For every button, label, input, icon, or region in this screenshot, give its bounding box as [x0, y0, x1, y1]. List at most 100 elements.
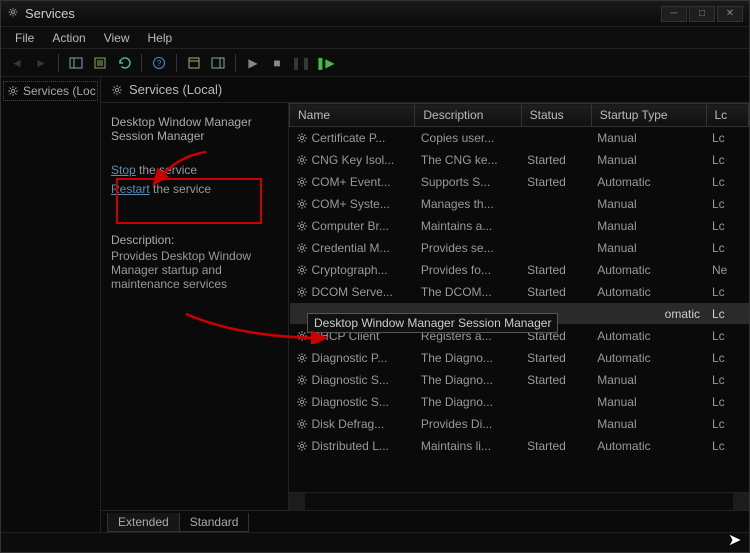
table-row[interactable]: Diagnostic S...The Diagno...StartedManua…	[290, 369, 749, 391]
table-row[interactable]: Credential M...Provides se...ManualLc	[290, 237, 749, 259]
forward-button[interactable]: ►	[31, 53, 51, 73]
menu-action[interactable]: Action	[44, 29, 93, 47]
cell-status	[521, 127, 591, 149]
properties-button[interactable]	[184, 53, 204, 73]
services-table-wrap: Name Description Status Startup Type Lc …	[289, 103, 749, 510]
services-window: Services ─ □ ✕ File Action View Help ◄ ►…	[0, 0, 750, 553]
table-row[interactable]: DCOM Serve...The DCOM...StartedAutomatic…	[290, 281, 749, 303]
table-row[interactable]: Diagnostic P...The Diagno...StartedAutom…	[290, 347, 749, 369]
col-description[interactable]: Description	[415, 104, 521, 127]
cell-logon: Lc	[706, 435, 749, 457]
back-button[interactable]: ◄	[7, 53, 27, 73]
menu-view[interactable]: View	[96, 29, 138, 47]
restart-service-link[interactable]: Restart	[111, 182, 150, 196]
mouse-cursor: ➤	[728, 530, 741, 550]
table-row[interactable]: Computer Br...Maintains a...ManualLc	[290, 215, 749, 237]
cell-status	[521, 193, 591, 215]
minimize-button[interactable]: ─	[661, 6, 687, 22]
cell-startup: Manual	[591, 215, 706, 237]
cell-logon: Lc	[706, 237, 749, 259]
menubar: File Action View Help	[1, 27, 749, 49]
tree-root-label: Services (Loc	[23, 84, 96, 98]
cell-description: The CNG ke...	[415, 149, 521, 171]
tree-root-services[interactable]: Services (Loc	[3, 81, 98, 101]
menu-file[interactable]: File	[7, 29, 42, 47]
separator	[141, 54, 142, 72]
table-row[interactable]: CNG Key Isol...The CNG ke...StartedManua…	[290, 149, 749, 171]
cell-name: COM+ Syste...	[290, 193, 415, 215]
tab-extended[interactable]: Extended	[107, 513, 180, 532]
selected-service-title: Desktop Window Manager Session Manager	[111, 115, 278, 143]
restart-service-button[interactable]: ❚▶	[315, 53, 335, 73]
stop-service-link[interactable]: Stop	[111, 163, 136, 177]
cell-logon: Lc	[706, 127, 749, 149]
app-icon	[8, 7, 19, 21]
cell-name: Distributed L...	[290, 435, 415, 457]
cell-name: Credential M...	[290, 237, 415, 259]
cell-logon: Lc	[706, 215, 749, 237]
export-list-button[interactable]	[90, 53, 110, 73]
cell-name: Disk Defrag...	[290, 413, 415, 435]
cell-name: Computer Br...	[290, 215, 415, 237]
cell-logon: Lc	[706, 347, 749, 369]
table-row[interactable]: Diagnostic S...The Diagno...ManualLc	[290, 391, 749, 413]
cell-status	[521, 391, 591, 413]
close-button[interactable]: ✕	[717, 6, 743, 22]
cell-description: The DCOM...	[415, 281, 521, 303]
description-text: Provides Desktop Window Manager startup …	[111, 249, 278, 291]
stop-service-button[interactable]: ■	[267, 53, 287, 73]
menu-help[interactable]: Help	[140, 29, 181, 47]
cell-name: Diagnostic S...	[290, 391, 415, 413]
cell-description: Copies user...	[415, 127, 521, 149]
cell-status	[521, 237, 591, 259]
cell-startup: Automatic	[591, 281, 706, 303]
action-pane-button[interactable]	[208, 53, 228, 73]
table-row[interactable]: Certificate P...Copies user...ManualLc	[290, 127, 749, 149]
cell-startup: Automatic	[591, 435, 706, 457]
cell-startup: Manual	[591, 193, 706, 215]
toolbar: ◄ ► ? ▶ ■ ❚❚ ❚▶	[1, 49, 749, 77]
table-row[interactable]: Distributed L...Maintains li...StartedAu…	[290, 435, 749, 457]
horizontal-scrollbar[interactable]	[289, 492, 749, 510]
table-row[interactable]: COM+ Syste...Manages th...ManualLc	[290, 193, 749, 215]
tab-standard[interactable]: Standard	[179, 513, 250, 532]
restart-service-link-line: Restart the service	[111, 180, 278, 199]
cell-description: Provides fo...	[415, 259, 521, 281]
cell-startup: Automatic	[591, 325, 706, 347]
cell-status: Started	[521, 259, 591, 281]
table-row[interactable]: COM+ Event...Supports S...StartedAutomat…	[290, 171, 749, 193]
titlebar[interactable]: Services ─ □ ✕	[1, 1, 749, 27]
view-tabs: Extended Standard	[101, 510, 749, 532]
cell-startup: Automatic	[591, 171, 706, 193]
description-label: Description:	[111, 233, 278, 247]
col-startup-type[interactable]: Startup Type	[591, 104, 706, 127]
refresh-button[interactable]	[114, 53, 134, 73]
cell-name: Diagnostic S...	[290, 369, 415, 391]
maximize-button[interactable]: □	[689, 6, 715, 22]
help-button[interactable]: ?	[149, 53, 169, 73]
cell-status	[521, 413, 591, 435]
col-logon[interactable]: Lc	[706, 104, 749, 127]
start-service-button[interactable]: ▶	[243, 53, 263, 73]
services-table[interactable]: Name Description Status Startup Type Lc …	[289, 103, 749, 457]
cell-description: Supports S...	[415, 171, 521, 193]
description-pane: Desktop Window Manager Session Manager S…	[101, 103, 289, 510]
cell-name: Certificate P...	[290, 127, 415, 149]
cell-logon: Lc	[706, 369, 749, 391]
cell-logon: Lc	[706, 391, 749, 413]
cell-name: COM+ Event...	[290, 171, 415, 193]
cell-description: Provides se...	[415, 237, 521, 259]
table-row[interactable]: Disk Defrag...Provides Di...ManualLc	[290, 413, 749, 435]
statusbar	[1, 532, 749, 552]
col-name[interactable]: Name	[290, 104, 415, 127]
pause-service-button[interactable]: ❚❚	[291, 53, 311, 73]
show-hide-tree-button[interactable]	[66, 53, 86, 73]
col-status[interactable]: Status	[521, 104, 591, 127]
cell-logon: Lc	[706, 413, 749, 435]
cell-name: CNG Key Isol...	[290, 149, 415, 171]
table-row[interactable]: Cryptograph...Provides fo...StartedAutom…	[290, 259, 749, 281]
cell-startup: Manual	[591, 149, 706, 171]
cell-startup: Automatic	[591, 259, 706, 281]
cell-logon: Lc	[706, 193, 749, 215]
cell-name: Cryptograph...	[290, 259, 415, 281]
